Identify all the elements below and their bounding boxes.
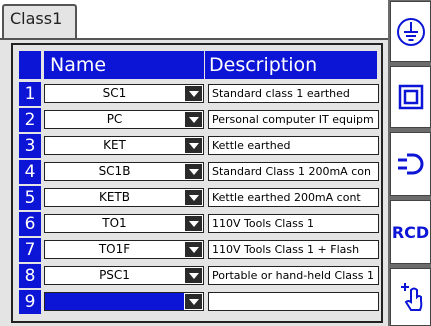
class2-insulation-icon (398, 84, 423, 110)
table-row[interactable]: 8 PSC1 Portable or hand-held Class 1 (19, 264, 379, 289)
earth-test-button[interactable] (390, 1, 431, 62)
name-dropdown-value (45, 293, 184, 310)
name-dropdown[interactable] (44, 292, 204, 311)
rcd-test-button[interactable]: RCD (390, 200, 431, 264)
name-dropdown-value: KET (103, 138, 126, 152)
table-row[interactable]: 6 TO1 110V Tools Class 1 (19, 212, 379, 237)
tab-strip: Class1 (0, 0, 388, 38)
description-field[interactable]: Kettle earthed 200mA cont (208, 188, 379, 207)
header-corner (19, 51, 41, 79)
dropdown-arrow-icon[interactable] (185, 294, 202, 309)
plug-icon (397, 153, 423, 175)
name-dropdown[interactable]: KETB (44, 188, 204, 207)
dropdown-arrow-icon[interactable] (185, 138, 202, 153)
class2-test-button[interactable] (390, 66, 431, 128)
tab-class1[interactable]: Class1 (2, 4, 77, 38)
row-number: 4 (19, 160, 41, 184)
name-dropdown-value: TO1F (98, 242, 131, 256)
dropdown-arrow-icon[interactable] (185, 190, 202, 205)
name-dropdown-value: SC1B (98, 164, 131, 178)
dropdown-arrow-icon[interactable] (185, 112, 202, 127)
name-dropdown-value: KETB (98, 190, 130, 204)
table-row[interactable]: 4 SC1B Standard Class 1 200mA con (19, 160, 379, 185)
description-field[interactable]: Personal computer IT equipm (208, 110, 379, 129)
dropdown-arrow-icon[interactable] (185, 164, 202, 179)
column-header-description: Description (205, 51, 377, 79)
table-row[interactable]: 5 KETB Kettle earthed 200mA cont (19, 186, 379, 211)
dropdown-arrow-icon[interactable] (185, 268, 202, 283)
description-field[interactable]: Kettle earthed (208, 136, 379, 155)
main-panel: Name Description 1 SC1 Standard class 1 … (0, 38, 388, 326)
name-dropdown[interactable]: TO1F (44, 240, 204, 259)
description-field[interactable]: Portable or hand-held Class 1 (208, 266, 379, 285)
table-row[interactable]: 3 KET Kettle earthed (19, 134, 379, 159)
description-field[interactable]: 110V Tools Class 1 (208, 214, 379, 233)
name-dropdown[interactable]: PC (44, 110, 204, 129)
row-number: 7 (19, 238, 41, 262)
dropdown-arrow-icon[interactable] (185, 242, 202, 257)
dropdown-arrow-icon[interactable] (185, 86, 202, 101)
table-row[interactable]: 2 PC Personal computer IT equipm (19, 108, 379, 133)
description-field[interactable] (208, 292, 379, 311)
description-field[interactable]: Standard class 1 earthed (208, 84, 379, 103)
name-dropdown[interactable]: PSC1 (44, 266, 204, 285)
row-number: 2 (19, 108, 41, 132)
table-row[interactable]: 1 SC1 Standard class 1 earthed (19, 82, 379, 107)
row-number: 6 (19, 212, 41, 236)
row-number: 5 (19, 186, 41, 210)
description-field[interactable]: Standard Class 1 200mA con (208, 162, 379, 181)
row-number: 8 (19, 264, 41, 288)
touch-test-button[interactable] (390, 268, 431, 326)
earth-icon (396, 17, 425, 46)
name-dropdown[interactable]: KET (44, 136, 204, 155)
rcd-label: RCD (391, 222, 430, 242)
dropdown-arrow-icon[interactable] (185, 216, 202, 231)
name-dropdown[interactable]: TO1 (44, 214, 204, 233)
name-dropdown[interactable]: SC1B (44, 162, 204, 181)
name-dropdown-value: SC1 (102, 86, 127, 100)
plug-test-button[interactable] (390, 132, 431, 196)
column-header-name: Name (44, 51, 204, 79)
right-toolbar: RCD (388, 0, 431, 326)
test-class-table: Name Description 1 SC1 Standard class 1 … (11, 43, 383, 323)
row-number: 3 (19, 134, 41, 158)
name-dropdown-value: PC (106, 112, 123, 126)
touch-probe-icon (400, 283, 422, 311)
name-dropdown-value: TO1 (102, 216, 127, 230)
table-row[interactable]: 7 TO1F 110V Tools Class 1 + Flash (19, 238, 379, 263)
row-number: 1 (19, 82, 41, 106)
row-number: 9 (19, 290, 41, 314)
table-row[interactable]: 9 (19, 290, 379, 315)
description-field[interactable]: 110V Tools Class 1 + Flash (208, 240, 379, 259)
name-dropdown[interactable]: SC1 (44, 84, 204, 103)
name-dropdown-value: PSC1 (99, 268, 130, 282)
